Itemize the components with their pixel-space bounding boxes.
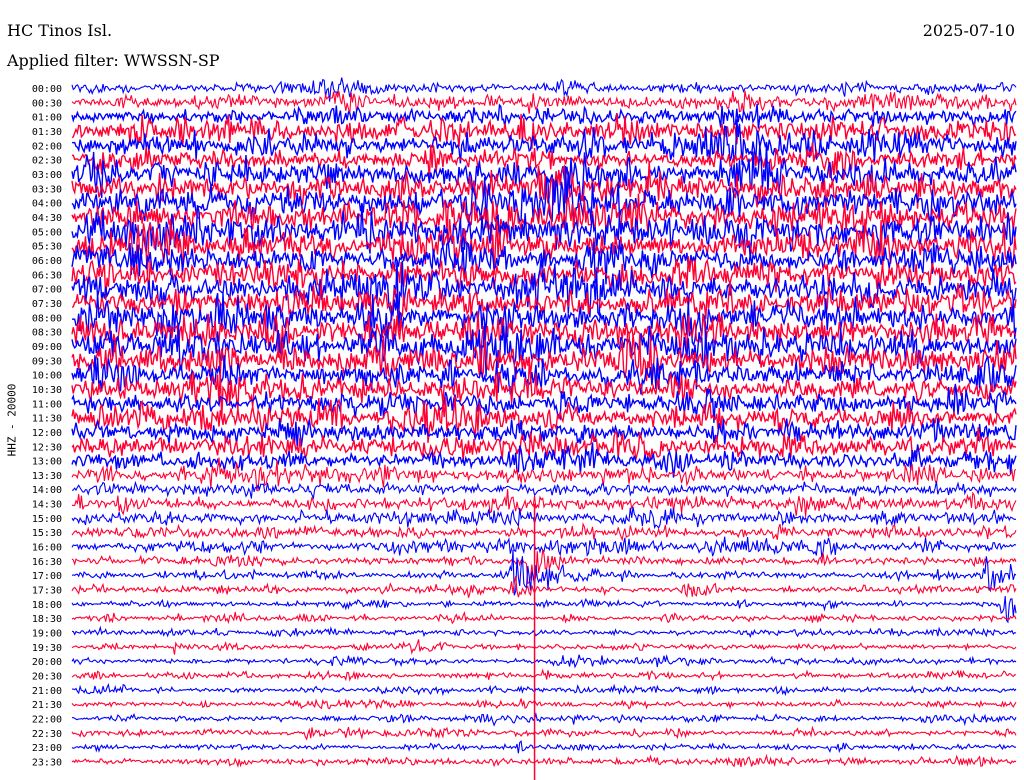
row-time-label: 21:00	[32, 686, 62, 697]
row-time-label: 22:00	[32, 715, 62, 726]
trace-line	[71, 740, 1017, 754]
row-time-label: 10:00	[32, 371, 62, 382]
row-time-label: 04:00	[32, 199, 62, 210]
row-time-label: 15:30	[32, 528, 62, 539]
row-time-label: 21:30	[32, 700, 62, 711]
row-time-label: 17:00	[32, 571, 62, 582]
row-time-label: 13:30	[32, 471, 62, 482]
row-time-label: 01:30	[32, 127, 62, 138]
trace-line	[71, 480, 1017, 500]
row-time-label: 20:00	[32, 657, 62, 668]
trace-line	[71, 753, 1017, 768]
trace-line	[71, 698, 1017, 711]
row-time-label: 19:00	[32, 629, 62, 640]
row-time-label: 09:30	[32, 356, 62, 367]
trace-line	[71, 712, 1017, 727]
row-time-label: 00:00	[32, 84, 62, 95]
row-time-label: 07:00	[32, 285, 62, 296]
trace-line	[71, 725, 1017, 741]
row-time-label: 02:30	[32, 156, 62, 167]
row-time-label: 13:00	[32, 457, 62, 468]
row-time-label: 10:30	[32, 385, 62, 396]
trace-line	[71, 654, 1017, 669]
row-time-label: 19:30	[32, 643, 62, 654]
row-time-label: 08:00	[32, 313, 62, 324]
row-time-label: 16:30	[32, 557, 62, 568]
row-time-label: 08:30	[32, 328, 62, 339]
row-time-label: 17:30	[32, 586, 62, 597]
row-time-label: 11:00	[32, 399, 62, 410]
row-time-label: 22:30	[32, 729, 62, 740]
row-time-label: 11:30	[32, 414, 62, 425]
row-time-label: 23:30	[32, 758, 62, 769]
row-time-label: 06:00	[32, 256, 62, 267]
row-time-label: 20:30	[32, 672, 62, 683]
trace-line	[71, 611, 1017, 625]
row-time-label: 12:30	[32, 442, 62, 453]
trace-line	[71, 90, 1017, 114]
row-time-label: 06:30	[32, 270, 62, 281]
row-time-label: 04:30	[32, 213, 62, 224]
trace-line	[71, 682, 1017, 697]
row-time-label: 01:00	[32, 113, 62, 124]
row-time-label: 05:00	[32, 227, 62, 238]
row-time-label: 03:00	[32, 170, 62, 181]
row-time-label: 05:30	[32, 242, 62, 253]
trace-line	[71, 283, 1017, 332]
trace-line	[71, 625, 1017, 639]
row-time-label: 07:30	[32, 299, 62, 310]
row-time-label: 09:00	[32, 342, 62, 353]
trace-line	[71, 639, 1017, 655]
row-time-label: 23:00	[32, 743, 62, 754]
row-time-label: 18:30	[32, 614, 62, 625]
row-time-label: 14:30	[32, 500, 62, 511]
seismogram-plot: 00:00 00:30 01:00 01:30 02:00 02:30 03:00 03:30…	[32, 77, 1017, 780]
trace-line	[71, 668, 1017, 682]
row-time-label: 00:30	[32, 98, 62, 109]
row-time-label: 14:00	[32, 485, 62, 496]
row-time-label: 16:00	[32, 543, 62, 554]
row-time-label: 18:00	[32, 600, 62, 611]
trace-line	[71, 595, 1017, 624]
row-time-label: 03:30	[32, 184, 62, 195]
row-time-label: 02:00	[32, 141, 62, 152]
row-time-label: 12:00	[32, 428, 62, 439]
row-time-label: 15:00	[32, 514, 62, 525]
trace-line	[71, 506, 1017, 530]
trace-line	[71, 522, 1017, 542]
